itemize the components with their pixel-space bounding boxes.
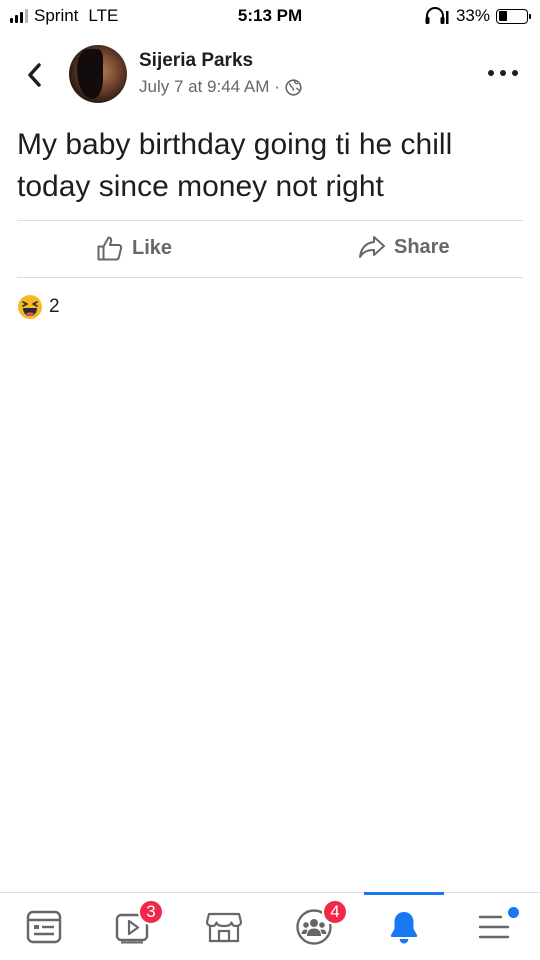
news-feed-icon: [26, 910, 62, 944]
nav-marketplace[interactable]: [184, 893, 264, 960]
status-bar: Sprint LTE 5:13 PM 33%: [0, 0, 540, 32]
post-header: Sijeria Parks July 7 at 9:44 AM ·: [0, 40, 540, 110]
nav-news-feed[interactable]: [4, 893, 84, 960]
like-label: Like: [132, 236, 173, 259]
battery-icon: [496, 8, 531, 24]
nav-menu[interactable]: [454, 893, 534, 960]
like-button[interactable]: Like: [96, 234, 172, 262]
reaction-count: 2: [49, 296, 60, 317]
globe-icon: [285, 78, 302, 96]
meta-separator: ·: [274, 77, 281, 96]
author-name[interactable]: Sijeria Parks: [139, 50, 253, 72]
post-timestamp[interactable]: July 7 at 9:44 AM: [139, 77, 269, 97]
avatar[interactable]: [69, 45, 127, 103]
nav-watch[interactable]: 3: [94, 893, 174, 960]
battery-fill: [498, 11, 508, 21]
menu-icon: [478, 915, 510, 939]
back-icon[interactable]: [22, 60, 48, 90]
haha-emoji-icon: [18, 295, 42, 319]
headphones-icon: [425, 7, 449, 24]
divider-bottom: [17, 277, 523, 278]
groups-badge: 4: [322, 899, 348, 925]
nav-groups[interactable]: 4: [274, 893, 354, 960]
bottom-nav: 3 4: [0, 892, 540, 960]
nav-notifications[interactable]: [364, 892, 444, 960]
post-meta: July 7 at 9:44 AM ·: [139, 77, 302, 97]
post-text: My baby birthday going ti he chill today…: [17, 128, 453, 203]
marketplace-icon: [205, 912, 243, 943]
share-arrow-icon: [359, 236, 385, 258]
divider-top: [17, 220, 523, 221]
thumbs-up-icon: [97, 236, 123, 261]
menu-notification-dot: [508, 907, 519, 918]
share-button[interactable]: Share: [358, 234, 450, 260]
share-label: Share: [394, 235, 450, 258]
more-options-icon[interactable]: [488, 68, 518, 78]
reactions-summary[interactable]: 2: [17, 294, 60, 320]
battery-percent: 33%: [455, 6, 490, 25]
notifications-bell-icon: [390, 912, 418, 944]
status-right: 33%: [424, 6, 531, 26]
post-actions: Like Share: [0, 222, 540, 278]
watch-badge: 3: [138, 899, 164, 925]
